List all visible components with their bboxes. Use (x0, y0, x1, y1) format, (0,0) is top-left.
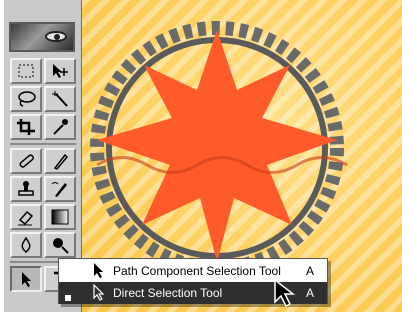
menu-item-label: Path Component Selection Tool (113, 264, 281, 278)
band-aid-icon (19, 154, 34, 168)
crop-icon (17, 119, 35, 135)
dodge-icon (53, 238, 69, 254)
brush-icon (53, 153, 69, 170)
dodge-tool[interactable] (44, 232, 76, 258)
mouse-pointer-icon (274, 278, 296, 308)
history-brush-tool[interactable] (44, 176, 76, 202)
history-brush-icon (51, 182, 67, 197)
gradient-tool[interactable] (44, 204, 76, 230)
drop-icon (21, 236, 31, 253)
eraser-tool[interactable] (10, 204, 42, 230)
magic-wand-icon (52, 91, 68, 107)
eraser-icon (18, 210, 34, 226)
marquee-icon (18, 64, 34, 78)
filled-arrow-icon (91, 262, 107, 283)
healing-brush-tool[interactable] (10, 148, 42, 174)
menu-item-shortcut: A (306, 264, 315, 278)
app-logo[interactable] (9, 22, 75, 52)
arrow-icon (22, 272, 31, 287)
gradient-icon (51, 209, 69, 225)
lasso-icon (18, 91, 36, 107)
move-tool[interactable] (44, 58, 76, 84)
toolbox-divider (10, 143, 76, 145)
hollow-arrow-icon (91, 283, 107, 305)
eyedropper-icon (53, 119, 68, 135)
stamp-icon (18, 181, 34, 196)
lasso-tool[interactable] (10, 86, 42, 112)
clone-stamp-tool[interactable] (10, 176, 42, 202)
crop-tool[interactable] (10, 114, 42, 140)
menu-item-label: Direct Selection Tool (113, 286, 223, 300)
eyedropper-tool[interactable] (44, 114, 76, 140)
move-icon (53, 64, 68, 78)
menu-item-shortcut: A (306, 286, 315, 300)
marquee-tool[interactable] (10, 58, 42, 84)
blur-tool[interactable] (10, 232, 42, 258)
brush-tool[interactable] (44, 148, 76, 174)
magic-wand-tool[interactable] (44, 86, 76, 112)
selected-bullet-icon (65, 290, 71, 301)
eye-icon (45, 31, 67, 42)
path-selection-tool[interactable] (10, 266, 42, 292)
